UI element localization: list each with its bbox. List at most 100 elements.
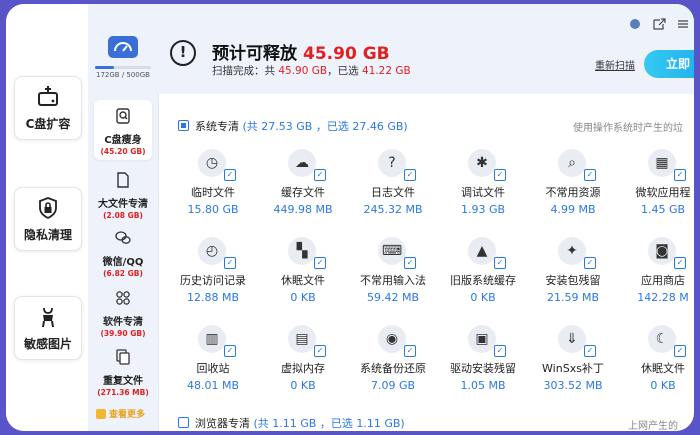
section-checkbox[interactable] (178, 417, 189, 428)
clean-item[interactable]: ▥ ✓ 回收站 48.01 MB (168, 325, 258, 405)
item-checkbox[interactable]: ✓ (674, 169, 686, 181)
item-checkbox[interactable]: ✓ (494, 257, 506, 269)
item-checkbox[interactable]: ✓ (224, 345, 236, 357)
item-checkbox[interactable]: ✓ (674, 345, 686, 357)
title-text: 预计可释放 (212, 44, 297, 64)
store-bag-icon: ◙ (648, 237, 676, 265)
summary-header: ! 预计可释放 45.90 GB 扫描完成：共 45.90 GB，已选 41.22… (158, 4, 694, 94)
clean-item[interactable]: ⌕ ✓ 不常用资源 4.99 MB (528, 149, 618, 229)
clean-item[interactable]: ⌨ ✓ 不常用输入法 59.42 MB (348, 237, 438, 317)
item-size: 4.99 MB (550, 203, 596, 216)
hard-drive-plus-icon (38, 85, 58, 106)
item-checkbox[interactable]: ✓ (494, 345, 506, 357)
item-size: 0 KB (650, 379, 676, 392)
item-icon-box: ▤ ✓ (288, 325, 326, 357)
disk-usage-bar (95, 66, 151, 69)
section-title: 系统专清 (195, 120, 239, 133)
view-more-link[interactable]: 查看更多 (96, 407, 145, 420)
item-name: 系统备份还原 (360, 362, 426, 375)
item-icon-box: ◙ ✓ (648, 237, 686, 269)
item-checkbox[interactable]: ✓ (584, 169, 596, 181)
nav-duplicate-files[interactable]: 重复文件 (271.36 MB) (94, 349, 152, 397)
item-checkbox[interactable]: ✓ (584, 345, 596, 357)
item-icon-box: ⇓ ✓ (558, 325, 596, 357)
promo-label: 隐私清理 (23, 227, 72, 242)
clean-item[interactable]: ▚ ✓ 休眠文件 0 KB (258, 237, 348, 317)
item-checkbox[interactable]: ✓ (224, 257, 236, 269)
item-size: 1.05 MB (460, 379, 506, 392)
promo-c-drive-expand[interactable]: C盘扩容 (14, 76, 82, 140)
item-checkbox[interactable]: ✓ (674, 257, 686, 269)
item-name: 不常用资源 (545, 186, 601, 199)
clean-item[interactable]: ☾ ✓ 休眠文件 0 KB (618, 325, 694, 405)
nav-c-drive-slim[interactable]: C盘瘦身 (45.20 GB) (94, 100, 152, 160)
mascot-icon[interactable] (628, 18, 642, 30)
item-name: 临时文件 (191, 186, 235, 199)
cloud-download-icon: ☁ (288, 149, 316, 177)
item-checkbox[interactable]: ✓ (224, 169, 236, 181)
item-name: 历史访问记录 (180, 274, 246, 287)
clean-item[interactable]: ◉ ✓ 系统备份还原 7.09 GB (348, 325, 438, 405)
clean-item[interactable]: ◙ ✓ 应用商店 142.28 M (618, 237, 694, 317)
clean-item[interactable]: ✱ ✓ 调试文件 1.93 GB (438, 149, 528, 229)
item-size: 142.28 M (637, 291, 689, 304)
download-arrow-icon: ⇓ (558, 325, 586, 353)
item-size: 21.59 MB (546, 291, 600, 304)
nav-software-clean[interactable]: 软件专清 (39.90 GB) (94, 290, 152, 338)
item-checkbox[interactable]: ✓ (494, 169, 506, 181)
item-checkbox[interactable]: ✓ (314, 345, 326, 357)
scan-summary: 扫描完成：共 45.90 GB，已选 41.22 GB (212, 63, 411, 78)
nav-large-files[interactable]: 大文件专清 (2.08 GB) (94, 172, 152, 220)
file-icon (117, 172, 129, 188)
share-icon[interactable] (652, 18, 666, 30)
item-name: 缓存文件 (281, 186, 325, 199)
item-checkbox[interactable]: ✓ (314, 169, 326, 181)
menu-icon[interactable] (676, 18, 690, 30)
clean-item[interactable]: ▤ ✓ 虚拟内存 0 KB (258, 325, 348, 405)
chip-icon: ✦ (558, 237, 586, 265)
item-size: 1.45 GB (640, 203, 686, 216)
item-icon-box: ◉ ✓ (378, 325, 416, 357)
item-size: 59.42 MB (366, 291, 420, 304)
chat-icon (115, 231, 131, 244)
clean-item[interactable]: ☁ ✓ 缓存文件 449.98 MB (258, 149, 348, 229)
item-icon-box: ⌨ ✓ (378, 237, 416, 269)
item-name: 安装包残留 (545, 274, 601, 287)
item-name: 虚拟内存 (281, 362, 325, 375)
clean-item[interactable]: ▲ ✓ 旧版系统缓存 0 KB (438, 237, 528, 317)
scan-selected: 41.22 GB (361, 65, 411, 77)
moon-icon: ☾ (648, 325, 676, 353)
item-size: 449.98 MB (273, 203, 333, 216)
item-size: 0 KB (290, 379, 316, 392)
scan-mid: ，已选 (327, 65, 359, 77)
item-name: 日志文件 (371, 186, 415, 199)
clean-item[interactable]: ✦ ✓ 安装包残留 21.59 MB (528, 237, 618, 317)
exclamation-icon: ! (170, 40, 196, 66)
section-checkbox[interactable] (178, 120, 189, 131)
section-hint: 上网产生的 (628, 421, 678, 431)
clean-now-button[interactable]: 立即 (644, 50, 694, 78)
clean-item[interactable]: ▣ ✓ 驱动安装残留 1.05 MB (438, 325, 528, 405)
windows-icon: ▦ (648, 149, 676, 177)
clean-item[interactable]: ▦ ✓ 微软应用程 1.45 GB (618, 149, 694, 229)
clean-item[interactable]: ⇓ ✓ WinSxs补丁 303.52 MB (528, 325, 618, 405)
nav-wechat-qq[interactable]: 微信/QQ (6.82 GB) (94, 230, 152, 278)
clean-item[interactable]: ◴ ✓ 历史访问记录 12.88 MB (168, 237, 258, 317)
item-checkbox[interactable]: ✓ (314, 257, 326, 269)
clipboard-clock-icon: ◷ (198, 149, 226, 177)
clean-item[interactable]: ? ✓ 日志文件 245.32 MB (348, 149, 438, 229)
item-checkbox[interactable]: ✓ (584, 257, 596, 269)
rescan-link[interactable]: 重新扫描 (595, 57, 635, 72)
item-checkbox[interactable]: ✓ (404, 169, 416, 181)
nav-size: (6.82 GB) (103, 269, 143, 278)
clean-item[interactable]: ◷ ✓ 临时文件 15.80 GB (168, 149, 258, 229)
item-checkbox[interactable]: ✓ (404, 257, 416, 269)
doc-search-icon: ⌕ (558, 149, 586, 177)
promo-privacy-clean[interactable]: 隐私清理 (14, 187, 82, 251)
item-icon-box: ✱ ✓ (468, 149, 506, 181)
item-checkbox[interactable]: ✓ (404, 345, 416, 357)
nav-name: 重复文件 (103, 376, 143, 387)
section-title: 浏览器专清 (195, 417, 250, 430)
item-icon-box: ▦ ✓ (648, 149, 686, 181)
promo-sensitive-images[interactable]: 敏感图片 (14, 296, 82, 360)
